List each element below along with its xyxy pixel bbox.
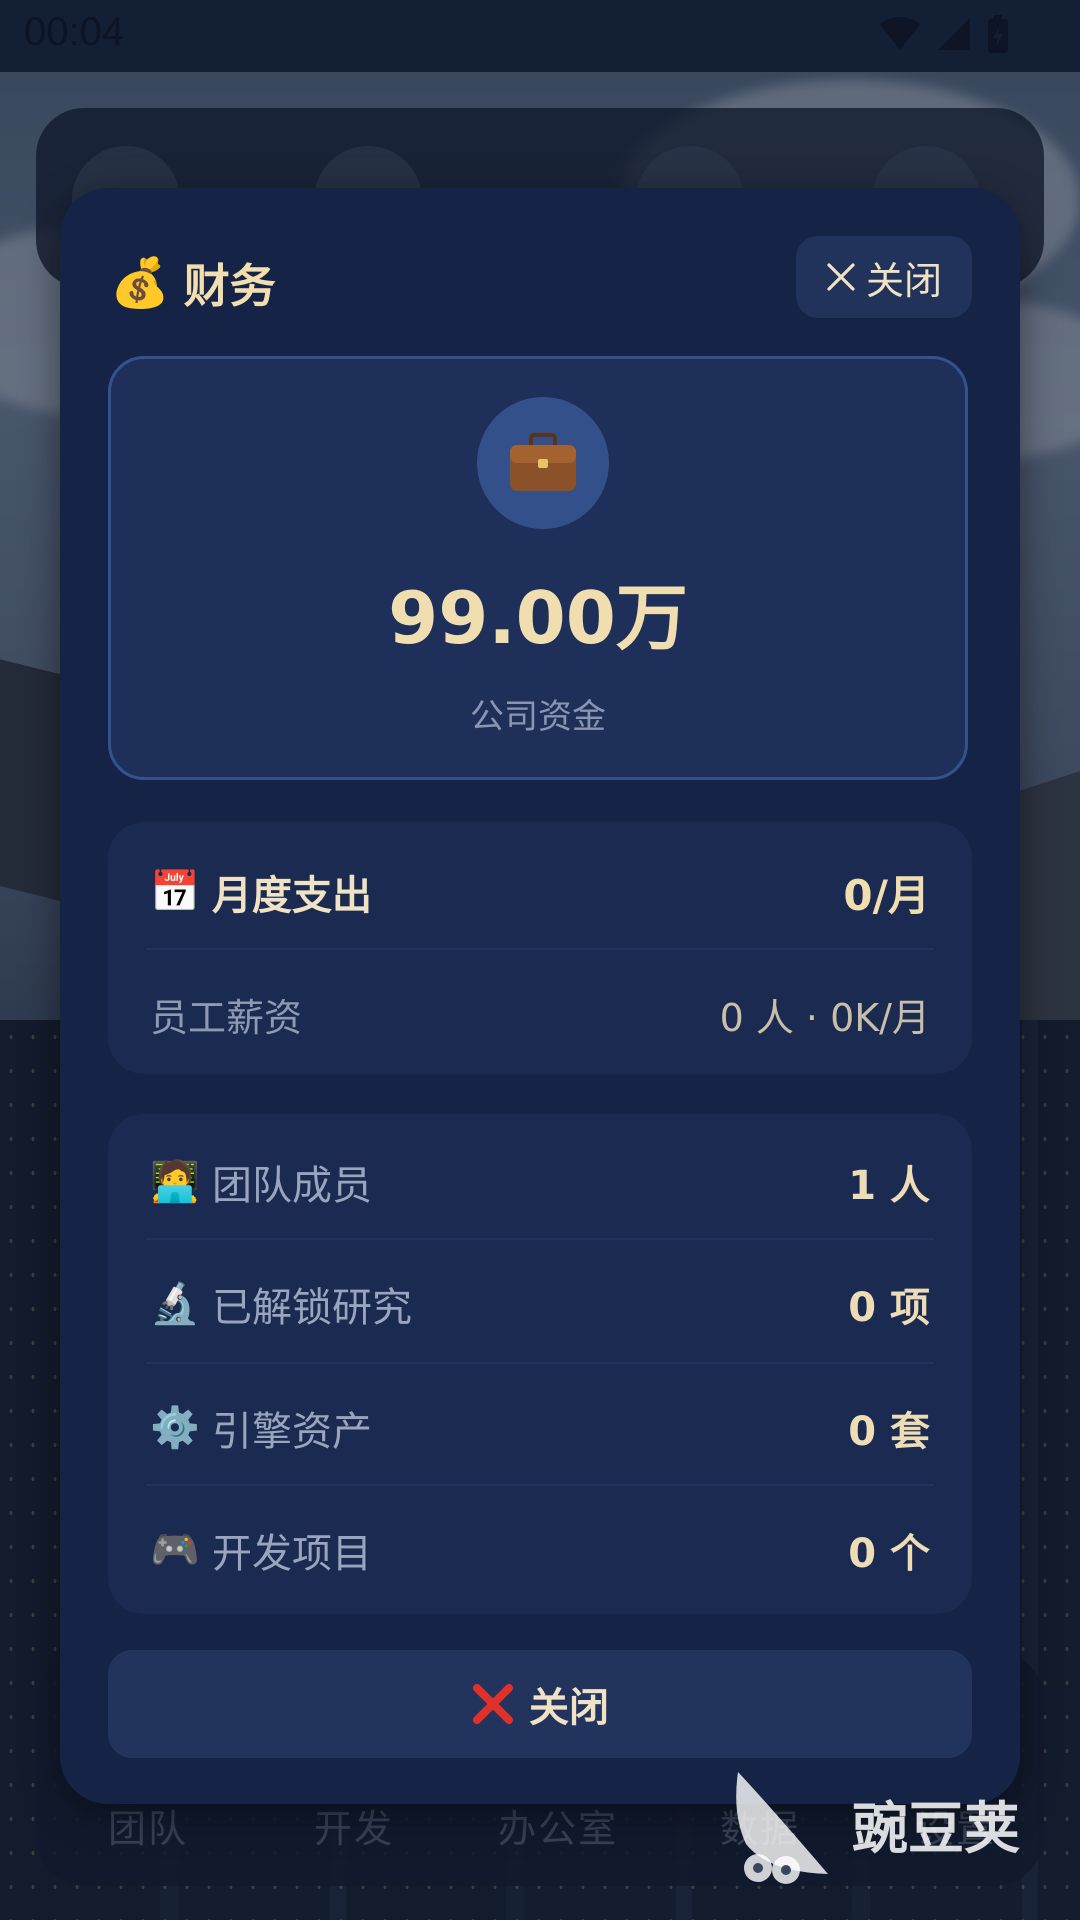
stat-value: 0 项 [848, 1285, 930, 1331]
stat-label: 开发项目 [212, 1531, 372, 1577]
stat-value: 1 人 [848, 1163, 930, 1209]
divider [146, 1238, 934, 1240]
finance-modal: 💰 财务 关闭 99.00万 公司资金 📅 月度支出 0/月 员工薪资 0 人 … [60, 188, 1020, 1804]
stat-row-dev-projects: 🎮 开发项目 0 个 [150, 1520, 930, 1580]
watermark: 豌豆荚 [728, 1764, 1020, 1884]
fund-amount: 99.00万 [388, 576, 688, 660]
monthly-expense-title: 月度支出 [212, 873, 372, 919]
stat-label: 已解锁研究 [212, 1285, 412, 1331]
salary-row: 员工薪资 0 人 · 0K/月 [150, 984, 930, 1044]
stat-label: 团队成员 [212, 1163, 372, 1209]
briefcase-icon [510, 433, 576, 491]
modal-header: 💰 财务 [110, 250, 276, 316]
modal-title: 财务 [183, 259, 276, 313]
salary-label: 员工薪资 [150, 995, 303, 1040]
company-fund-card: 99.00万 公司资金 [108, 356, 968, 780]
salary-value: 0 人 · 0K/月 [719, 995, 930, 1040]
calendar-icon: 📅 [150, 869, 200, 915]
close-button-bottom[interactable]: 关闭 [108, 1650, 972, 1758]
divider [146, 948, 934, 950]
stat-row-team-members: 🧑‍💻 团队成员 1 人 [150, 1152, 930, 1212]
stat-row-engine-assets: ⚙️ 引擎资产 0 套 [150, 1398, 930, 1458]
cross-mark-icon [473, 1684, 513, 1724]
gamepad-icon: 🎮 [150, 1527, 200, 1573]
monthly-expense-value: 0/月 [843, 870, 930, 920]
stat-value: 0 个 [848, 1531, 930, 1577]
microscope-icon: 🔬 [150, 1281, 200, 1327]
briefcase-icon-circle [477, 397, 609, 529]
close-button-top-label: 关闭 [865, 258, 942, 303]
close-button-bottom-label: 关闭 [529, 1685, 609, 1731]
monthly-expense-row: 📅 月度支出 0/月 [150, 862, 930, 922]
pea-pod-logo-icon [736, 1772, 828, 1884]
monthly-expense-card: 📅 月度支出 0/月 员工薪资 0 人 · 0K/月 [108, 822, 972, 1074]
close-button-top[interactable]: 关闭 [796, 236, 972, 318]
watermark-text: 豌豆荚 [852, 1796, 1020, 1862]
stat-label: 引擎资产 [212, 1409, 372, 1455]
stats-card: 🧑‍💻 团队成员 1 人 🔬 已解锁研究 0 项 ⚙️ 引擎资产 0 套 🎮 [108, 1114, 972, 1614]
divider [146, 1362, 934, 1364]
stat-value: 0 套 [848, 1409, 930, 1455]
money-bag-icon: 💰 [110, 255, 170, 311]
close-icon [827, 263, 855, 291]
technologist-icon: 🧑‍💻 [150, 1159, 200, 1205]
divider [146, 1484, 934, 1486]
fund-label: 公司资金 [470, 697, 606, 737]
stat-row-research: 🔬 已解锁研究 0 项 [150, 1274, 930, 1334]
gear-icon: ⚙️ [150, 1405, 200, 1451]
